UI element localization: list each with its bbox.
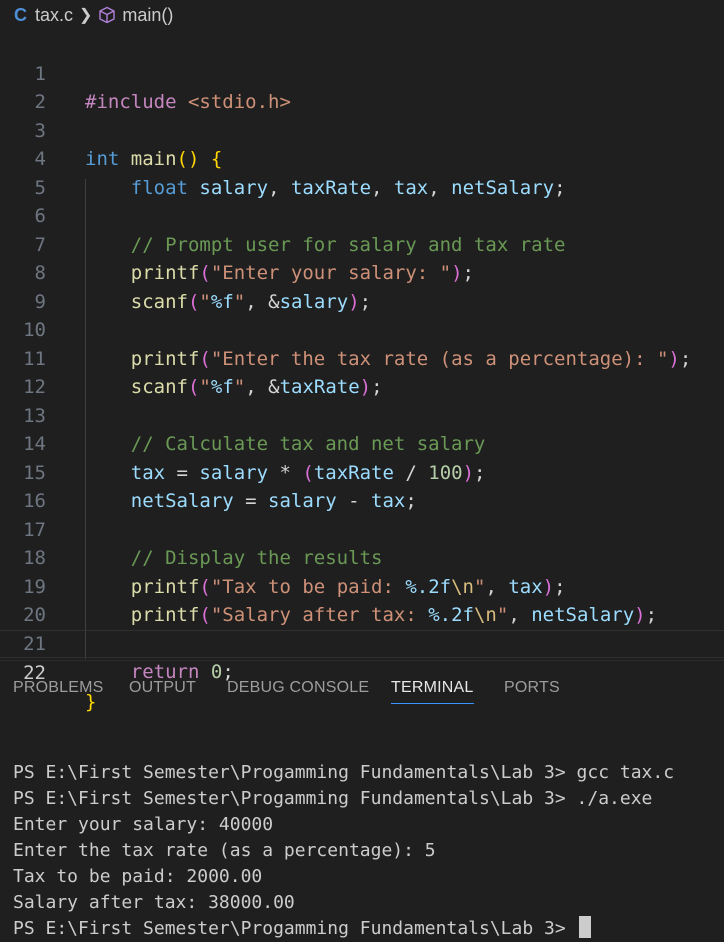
c-language-icon: C bbox=[14, 4, 27, 25]
tab-ports[interactable]: PORTS bbox=[504, 679, 560, 697]
breadcrumb: C tax.c ❯ main() bbox=[0, 0, 724, 30]
terminal-line: PS E:\First Semester\Progamming Fundamen… bbox=[13, 762, 675, 783]
code-line[interactable]: 2 bbox=[0, 60, 724, 113]
code-line[interactable]: 16 bbox=[0, 459, 724, 512]
code-line[interactable]: 12 bbox=[0, 345, 724, 398]
code-line[interactable]: 11 scanf("%f", &taxRate); bbox=[0, 316, 724, 399]
terminal-line: PS E:\First Semester\Progamming Fundamen… bbox=[13, 788, 653, 809]
chevron-right-icon: ❯ bbox=[79, 7, 93, 24]
code-line[interactable]: 10 printf("Enter the tax rate (as a perc… bbox=[0, 288, 724, 370]
code-line[interactable]: 15 netSalary = salary - tax; bbox=[0, 430, 724, 513]
tab-terminal[interactable]: TERMINAL bbox=[391, 679, 474, 704]
code-line[interactable]: 17 // Display the results bbox=[0, 487, 724, 570]
code-line[interactable]: 9 bbox=[0, 259, 724, 313]
code-line[interactable]: 7 printf("Enter your salary: "); bbox=[0, 202, 724, 285]
code-line[interactable]: 4 float salary, taxRate, tax, netSalary; bbox=[0, 117, 724, 199]
breadcrumb-symbol[interactable]: main() bbox=[122, 5, 173, 26]
code-line[interactable]: 8 scanf("%f", &salary); bbox=[0, 231, 724, 313]
code-line[interactable]: 5 bbox=[0, 145, 724, 199]
code-line[interactable]: 20 bbox=[0, 573, 724, 626]
code-line[interactable]: 18 printf("Tax to be paid: %.2f\n", tax)… bbox=[0, 516, 724, 598]
code-line[interactable]: 3 int main() { bbox=[0, 88, 724, 171]
terminal-prompt: PS E:\First Semester\Progamming Fundamen… bbox=[13, 918, 577, 939]
code-line[interactable]: 1 #include <stdio.h> bbox=[0, 31, 724, 114]
terminal-line: Enter your salary: 40000 bbox=[13, 814, 274, 835]
panel-tabs: PROBLEMS OUTPUT DEBUG CONSOLE TERMINAL P… bbox=[0, 661, 724, 717]
terminal-line: Tax to be paid: 2000.00 bbox=[13, 866, 263, 887]
code-editor[interactable]: 1 #include <stdio.h> 2 3 int main() { 4 … bbox=[0, 31, 724, 713]
cube-icon bbox=[98, 6, 116, 24]
terminal-prompt-line[interactable]: PS E:\First Semester\Progamming Fundamen… bbox=[13, 916, 724, 942]
terminal-cursor bbox=[578, 916, 591, 938]
code-line[interactable]: 21 return 0; bbox=[0, 601, 724, 684]
terminal[interactable]: PS E:\First Semester\Progamming Fundamen… bbox=[13, 760, 724, 942]
terminal-line: Salary after tax: 38000.00 bbox=[13, 892, 295, 913]
code-line[interactable]: 13 // Calculate tax and net salary bbox=[0, 373, 724, 456]
tab-debug-console[interactable]: DEBUG CONSOLE bbox=[227, 679, 369, 697]
code-line[interactable]: 14 tax = salary * (taxRate / 100); bbox=[0, 402, 724, 484]
tab-problems[interactable]: PROBLEMS bbox=[13, 679, 104, 697]
code-line[interactable]: 19 printf("Salary after tax: %.2f\n", ne… bbox=[0, 544, 724, 627]
terminal-line: Enter the tax rate (as a percentage): 5 bbox=[13, 840, 436, 861]
tab-output[interactable]: OUTPUT bbox=[129, 679, 196, 697]
code-line-active[interactable]: 22 } bbox=[0, 629, 724, 713]
code-line[interactable]: 6 // Prompt user for salary and tax rate bbox=[0, 174, 724, 256]
breadcrumb-file[interactable]: tax.c bbox=[35, 5, 73, 26]
